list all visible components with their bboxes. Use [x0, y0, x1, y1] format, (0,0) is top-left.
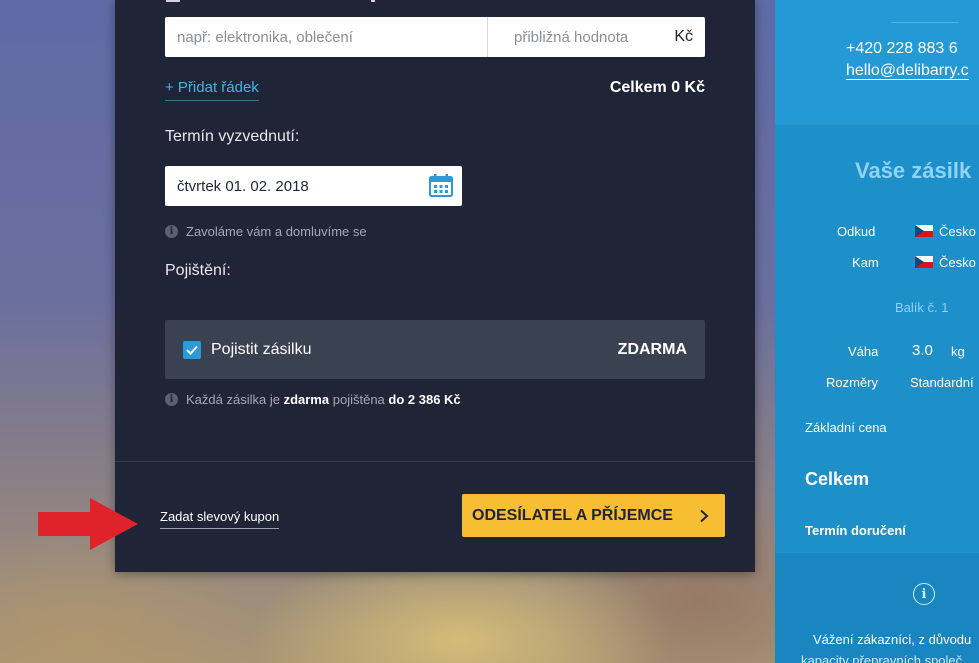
notice-text: Vážení zákazníci, z důvodu — [813, 632, 972, 647]
czech-flag-icon — [915, 225, 933, 237]
base-price-label: Základní cena — [805, 420, 887, 435]
insurance-price: ZDARMA — [617, 340, 687, 358]
to-value: Česko — [915, 255, 976, 270]
footer-divider — [115, 461, 755, 462]
insurance-hint-strong: do 2 386 Kč — [388, 392, 461, 407]
next-step-button[interactable]: ODESÍLATEL A PŘÍJEMCE — [462, 494, 725, 537]
item-description-input[interactable]: např: elektronika, oblečení — [165, 17, 488, 57]
partial-text-edge — [371, 0, 375, 2]
insurance-label: Pojištění: — [165, 262, 231, 279]
partial-checkbox-edge — [166, 0, 180, 2]
notice-text-cont: kapacity přepravních společ — [801, 653, 963, 663]
insurance-hint-text: Každá zásilka je zdarma pojištěna do 2 3… — [186, 392, 461, 407]
insurance-hint-part: Každá zásilka je — [186, 392, 280, 407]
to-label: Kam — [852, 255, 879, 270]
checkbox-checked-icon[interactable] — [183, 340, 201, 359]
insurance-checkbox-group[interactable]: Pojistit zásilku — [183, 340, 312, 359]
add-row-link[interactable]: + Přidat řádek — [165, 79, 259, 101]
size-value: Standardní — [910, 375, 974, 390]
contact-email[interactable]: hello@delibarry.c — [846, 63, 969, 80]
parcel-label: Balík č. 1 — [895, 300, 949, 315]
shipment-summary-panel: +420 228 883 6 hello@delibarry.c Vaše zá… — [775, 0, 979, 663]
calendar-icon[interactable] — [428, 173, 454, 199]
pickup-label: Termín vyzvednutí: — [165, 128, 300, 145]
contact-phone[interactable]: +420 228 883 6 — [846, 40, 958, 58]
summary-title: Vaše zásilk — [855, 158, 972, 183]
insurance-hint: i Každá zásilka je zdarma pojištěna do 2… — [165, 392, 461, 407]
summary-total-label: Celkem — [805, 469, 870, 489]
weight-value: 3.0 — [912, 342, 933, 359]
weight-unit: kg — [951, 344, 965, 359]
from-country: Česko — [939, 224, 976, 239]
from-label: Odkud — [837, 224, 876, 239]
pickup-date-input[interactable]: čtvrtek 01. 02. 2018 — [165, 166, 462, 206]
delivery-date-label: Termín doručení — [805, 523, 906, 538]
items-total: Celkem 0 Kč — [609, 79, 705, 96]
to-country: Česko — [939, 255, 976, 270]
info-icon: i — [913, 583, 935, 605]
contact-divider — [891, 22, 959, 23]
pickup-date-value: čtvrtek 01. 02. 2018 — [177, 177, 309, 195]
coupon-link[interactable]: Zadat slevový kupon — [160, 509, 280, 529]
pickup-hint: i Zavoláme vám a domluvíme se — [165, 224, 367, 239]
item-value-input[interactable]: přibližná hodnota Kč — [488, 17, 705, 57]
czech-flag-icon — [915, 256, 933, 268]
insurance-option[interactable]: Pojistit zásilku ZDARMA — [165, 320, 705, 379]
insurance-hint-part: pojištěna — [332, 392, 385, 407]
currency-label: Kč — [674, 28, 693, 45]
contact-box: +420 228 883 6 hello@delibarry.c — [775, 0, 979, 125]
insurance-checkbox-label: Pojistit zásilku — [211, 340, 312, 358]
shipment-form-card: např: elektronika, oblečení přibližná ho… — [115, 0, 755, 572]
item-value-placeholder: přibližná hodnota — [514, 28, 629, 46]
red-arrow-icon — [38, 498, 138, 550]
item-description-placeholder: např: elektronika, oblečení — [177, 28, 353, 46]
from-value: Česko — [915, 224, 976, 239]
weight-label: Váha — [848, 344, 879, 359]
item-row: např: elektronika, oblečení přibližná ho… — [165, 17, 705, 57]
info-icon: i — [165, 393, 178, 406]
chevron-right-icon — [700, 509, 709, 522]
size-label: Rozměry — [826, 375, 879, 390]
next-step-label: ODESÍLATEL A PŘÍJEMCE — [472, 506, 673, 524]
insurance-hint-strong: zdarma — [283, 392, 330, 407]
info-icon: i — [165, 225, 178, 238]
pickup-hint-text: Zavoláme vám a domluvíme se — [186, 224, 367, 239]
